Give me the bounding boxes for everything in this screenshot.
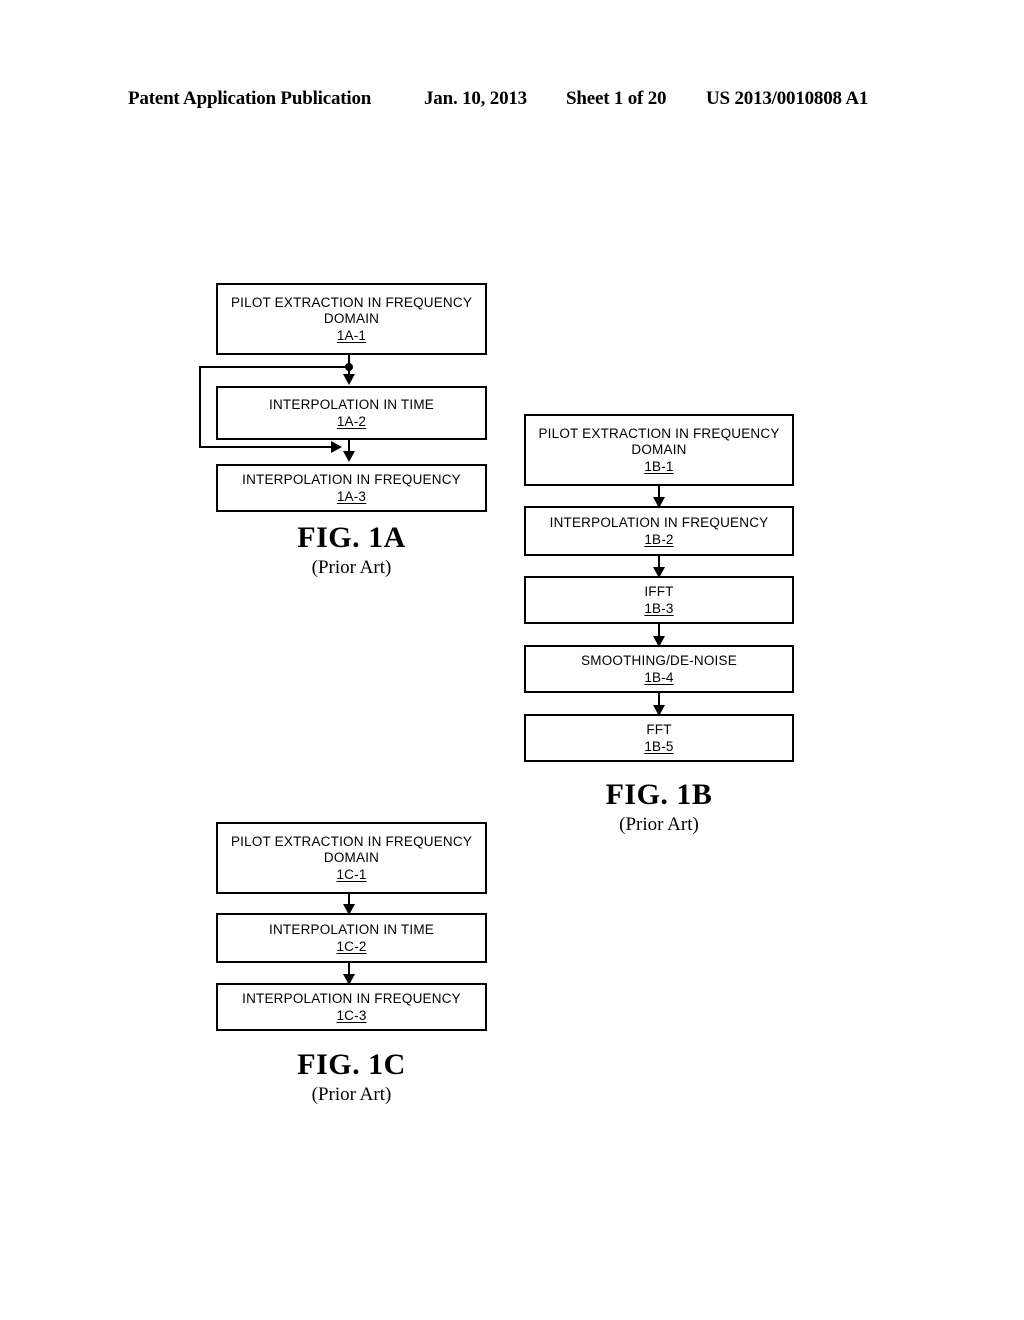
header-sheet-label: Sheet 1 of 20 xyxy=(566,88,667,109)
bypass-bottom-segment-1a xyxy=(199,446,331,448)
flow-box-1c-1-ref: 1C-1 xyxy=(336,866,367,882)
flow-box-1b-4: SMOOTHING/DE-NOISE 1B-4 xyxy=(524,645,794,693)
flow-box-1c-3: INTERPOLATION IN FREQUENCY 1C-3 xyxy=(216,983,487,1031)
flow-box-1b-2-label: INTERPOLATION IN FREQUENCY xyxy=(549,514,769,530)
flow-box-1c-1: PILOT EXTRACTION IN FREQUENCY DOMAIN 1C-… xyxy=(216,822,487,894)
flow-box-1b-4-ref: 1B-4 xyxy=(644,669,674,685)
flow-box-1a-1: PILOT EXTRACTION IN FREQUENCY DOMAIN 1A-… xyxy=(216,283,487,355)
flow-box-1b-3-ref: 1B-3 xyxy=(644,600,674,616)
figure-1a-caption-sub: (Prior Art) xyxy=(311,557,392,578)
figure-1c-caption-title: FIG. 1C xyxy=(297,1048,406,1081)
header-publication-label: Patent Application Publication xyxy=(128,88,372,109)
flow-box-1b-5: FFT 1B-5 xyxy=(524,714,794,762)
flow-box-1c-1-label: PILOT EXTRACTION IN FREQUENCY DOMAIN xyxy=(230,833,473,865)
header-date-label: Jan. 10, 2013 xyxy=(424,88,527,109)
flow-box-1a-3-ref: 1A-3 xyxy=(336,488,367,504)
flow-box-1b-5-ref: 1B-5 xyxy=(644,738,674,754)
flow-box-1c-2: INTERPOLATION IN TIME 1C-2 xyxy=(216,913,487,963)
flow-box-1a-2: INTERPOLATION IN TIME 1A-2 xyxy=(216,386,487,440)
flow-box-1c-2-ref: 1C-2 xyxy=(336,938,367,954)
flow-box-1b-2-ref: 1B-2 xyxy=(644,531,674,547)
flow-box-1a-2-label: INTERPOLATION IN TIME xyxy=(269,396,434,412)
flow-box-1b-3-label: IFFT xyxy=(644,583,674,599)
flow-box-1b-3: IFFT 1B-3 xyxy=(524,576,794,624)
bypass-top-segment-1a xyxy=(199,366,349,368)
connector-1a-1-1a-2-arrow xyxy=(343,374,355,385)
flow-box-1b-4-label: SMOOTHING/DE-NOISE xyxy=(581,652,737,668)
flow-box-1a-1-ref: 1A-1 xyxy=(336,327,367,343)
flow-box-1b-2: INTERPOLATION IN FREQUENCY 1B-2 xyxy=(524,506,794,556)
connector-1a-2-1a-3-arrow xyxy=(343,451,355,462)
figure-1c-caption-sub: (Prior Art) xyxy=(311,1084,392,1105)
patent-drawing-page: Patent Application Publication Jan. 10, … xyxy=(0,0,1024,1320)
flow-box-1c-3-label: INTERPOLATION IN FREQUENCY xyxy=(242,990,461,1006)
flow-box-1b-5-label: FFT xyxy=(646,721,672,737)
flow-box-1b-1-label: PILOT EXTRACTION IN FREQUENCY DOMAIN xyxy=(538,425,780,457)
bypass-left-segment-1a xyxy=(199,366,201,448)
figure-1a-caption: FIG. 1A (Prior Art) xyxy=(216,521,487,580)
flow-box-1a-2-ref: 1A-2 xyxy=(336,413,367,429)
flow-box-1c-3-ref: 1C-3 xyxy=(336,1007,367,1023)
flow-box-1c-2-label: INTERPOLATION IN TIME xyxy=(269,921,434,937)
flow-box-1a-3-label: INTERPOLATION IN FREQUENCY xyxy=(242,471,461,487)
figure-1b-caption-sub: (Prior Art) xyxy=(619,814,699,835)
flow-box-1b-1: PILOT EXTRACTION IN FREQUENCY DOMAIN 1B-… xyxy=(524,414,794,486)
figure-1a-caption-title: FIG. 1A xyxy=(297,521,406,554)
figure-1c-caption: FIG. 1C (Prior Art) xyxy=(216,1048,487,1107)
figure-1b-caption: FIG. 1B (Prior Art) xyxy=(524,778,794,837)
flow-box-1a-3: INTERPOLATION IN FREQUENCY 1A-3 xyxy=(216,464,487,512)
flow-box-1a-1-label: PILOT EXTRACTION IN FREQUENCY DOMAIN xyxy=(230,294,473,326)
flow-box-1b-1-ref: 1B-1 xyxy=(644,458,674,474)
page-header: Patent Application Publication Jan. 10, … xyxy=(0,86,1024,112)
figure-1b-caption-title: FIG. 1B xyxy=(605,778,713,811)
bypass-arrowhead-1a xyxy=(331,441,342,453)
header-patent-number: US 2013/0010808 A1 xyxy=(706,88,869,109)
